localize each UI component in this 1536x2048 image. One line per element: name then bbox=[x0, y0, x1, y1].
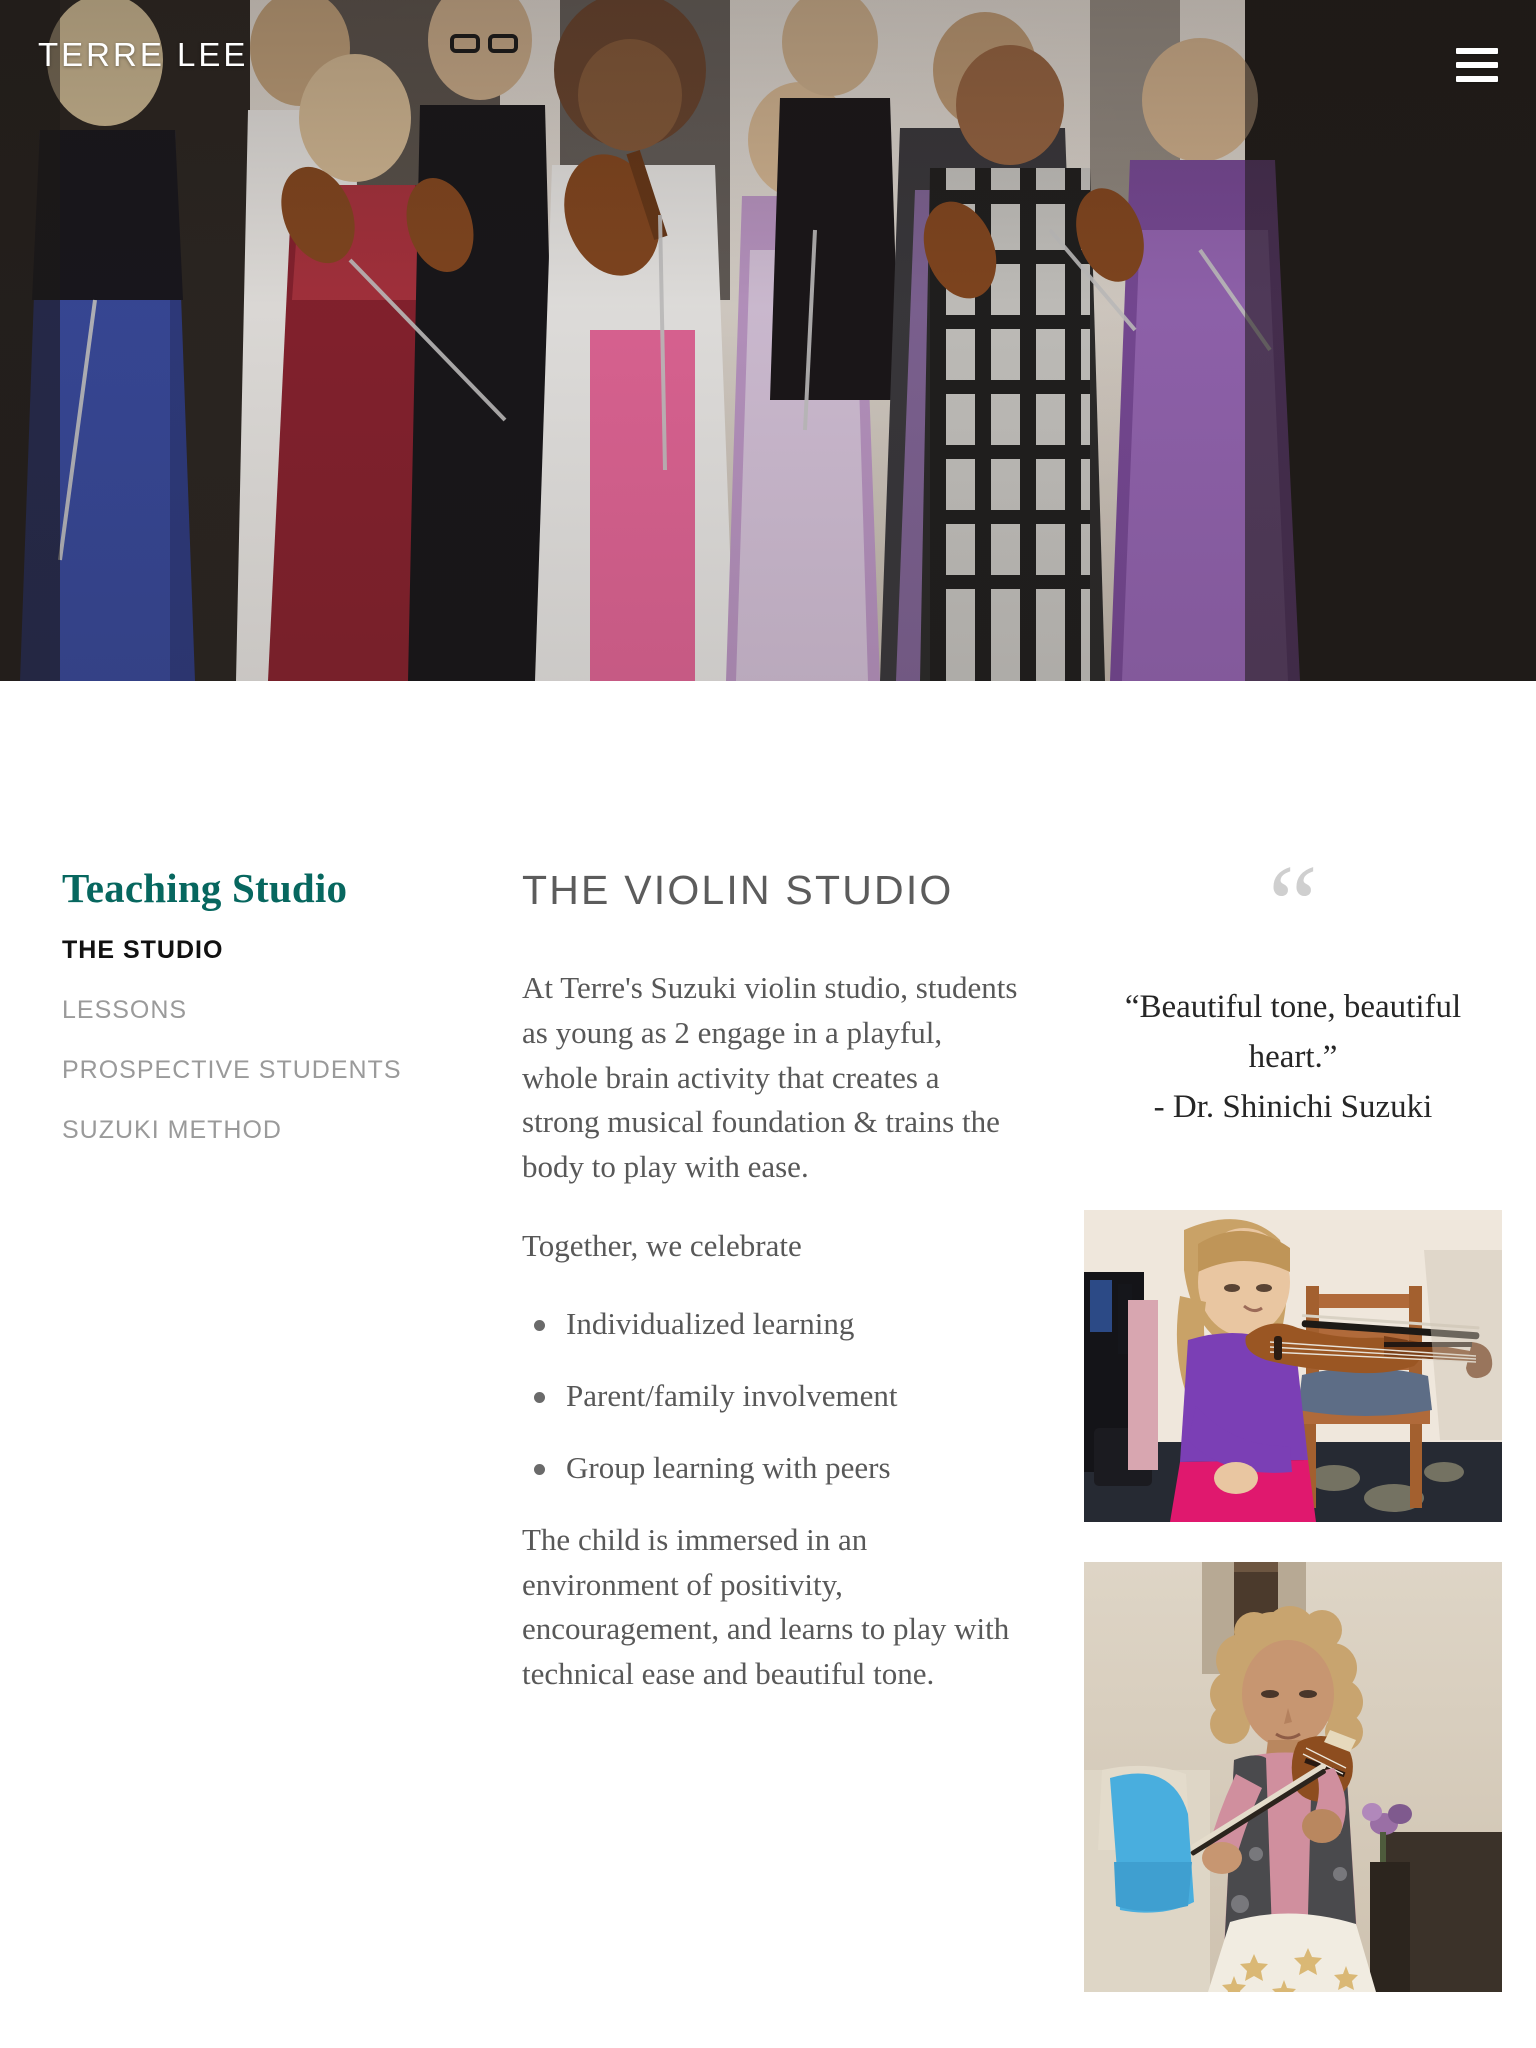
page-content: Teaching Studio THE STUDIO LESSONS PROSP… bbox=[0, 681, 1536, 1993]
intro-paragraph: At Terre's Suzuki violin studio, student… bbox=[522, 970, 1018, 1184]
sidebar-right-rail: “ “Beautiful tone, beautiful heart.” - D… bbox=[1084, 866, 1502, 1993]
hero-image bbox=[0, 0, 1536, 681]
pull-quote-attribution: - Dr. Shinichi Suzuki bbox=[1153, 1089, 1433, 1126]
celebrate-list: Individualized learning Parent/family in… bbox=[522, 1302, 1022, 1490]
list-item: Parent/family involvement bbox=[522, 1374, 1022, 1418]
section-nav: Teaching Studio THE STUDIO LESSONS PROSP… bbox=[62, 865, 466, 1992]
closing-paragraph: The child is immersed in an environment … bbox=[522, 1522, 1010, 1692]
sidebar-item-suzuki-method[interactable]: SUZUKI METHOD bbox=[62, 1115, 466, 1145]
pull-quote-text: “Beautiful tone, beautiful heart.” bbox=[1124, 989, 1462, 1076]
hamburger-bar-2 bbox=[1456, 62, 1498, 68]
list-intro-paragraph: Together, we celebrate bbox=[522, 1227, 802, 1263]
page-title: THE VIOLIN STUDIO bbox=[522, 867, 954, 913]
hero-banner: TERRE LEE bbox=[0, 0, 1536, 681]
sidebar-item-lessons[interactable]: LESSONS bbox=[62, 995, 466, 1025]
photo-girl-purple-shirt-violin bbox=[1084, 1210, 1502, 1523]
sidebar-item-the-studio[interactable]: THE STUDIO bbox=[62, 935, 466, 965]
list-item: Individualized learning bbox=[522, 1302, 1022, 1346]
main-article: THE VIOLIN STUDIO At Terre's Suzuki viol… bbox=[522, 866, 1022, 1992]
section-nav-heading: Teaching Studio bbox=[62, 865, 348, 911]
site-title[interactable]: TERRE LEE bbox=[38, 38, 248, 71]
sidebar-item-prospective-students[interactable]: PROSPECTIVE STUDENTS bbox=[62, 1055, 466, 1085]
hamburger-bar-1 bbox=[1456, 48, 1498, 54]
quote-mark-icon: “ bbox=[1268, 866, 1318, 936]
page-root: TERRE LEE Teaching Studio THE STUDIO LES… bbox=[0, 0, 1536, 2048]
photo-girl-curly-hair-performing bbox=[1084, 1562, 1502, 1993]
hamburger-bar-3 bbox=[1456, 76, 1498, 82]
hamburger-menu-icon[interactable] bbox=[1456, 48, 1498, 82]
list-item: Group learning with peers bbox=[522, 1446, 1022, 1490]
